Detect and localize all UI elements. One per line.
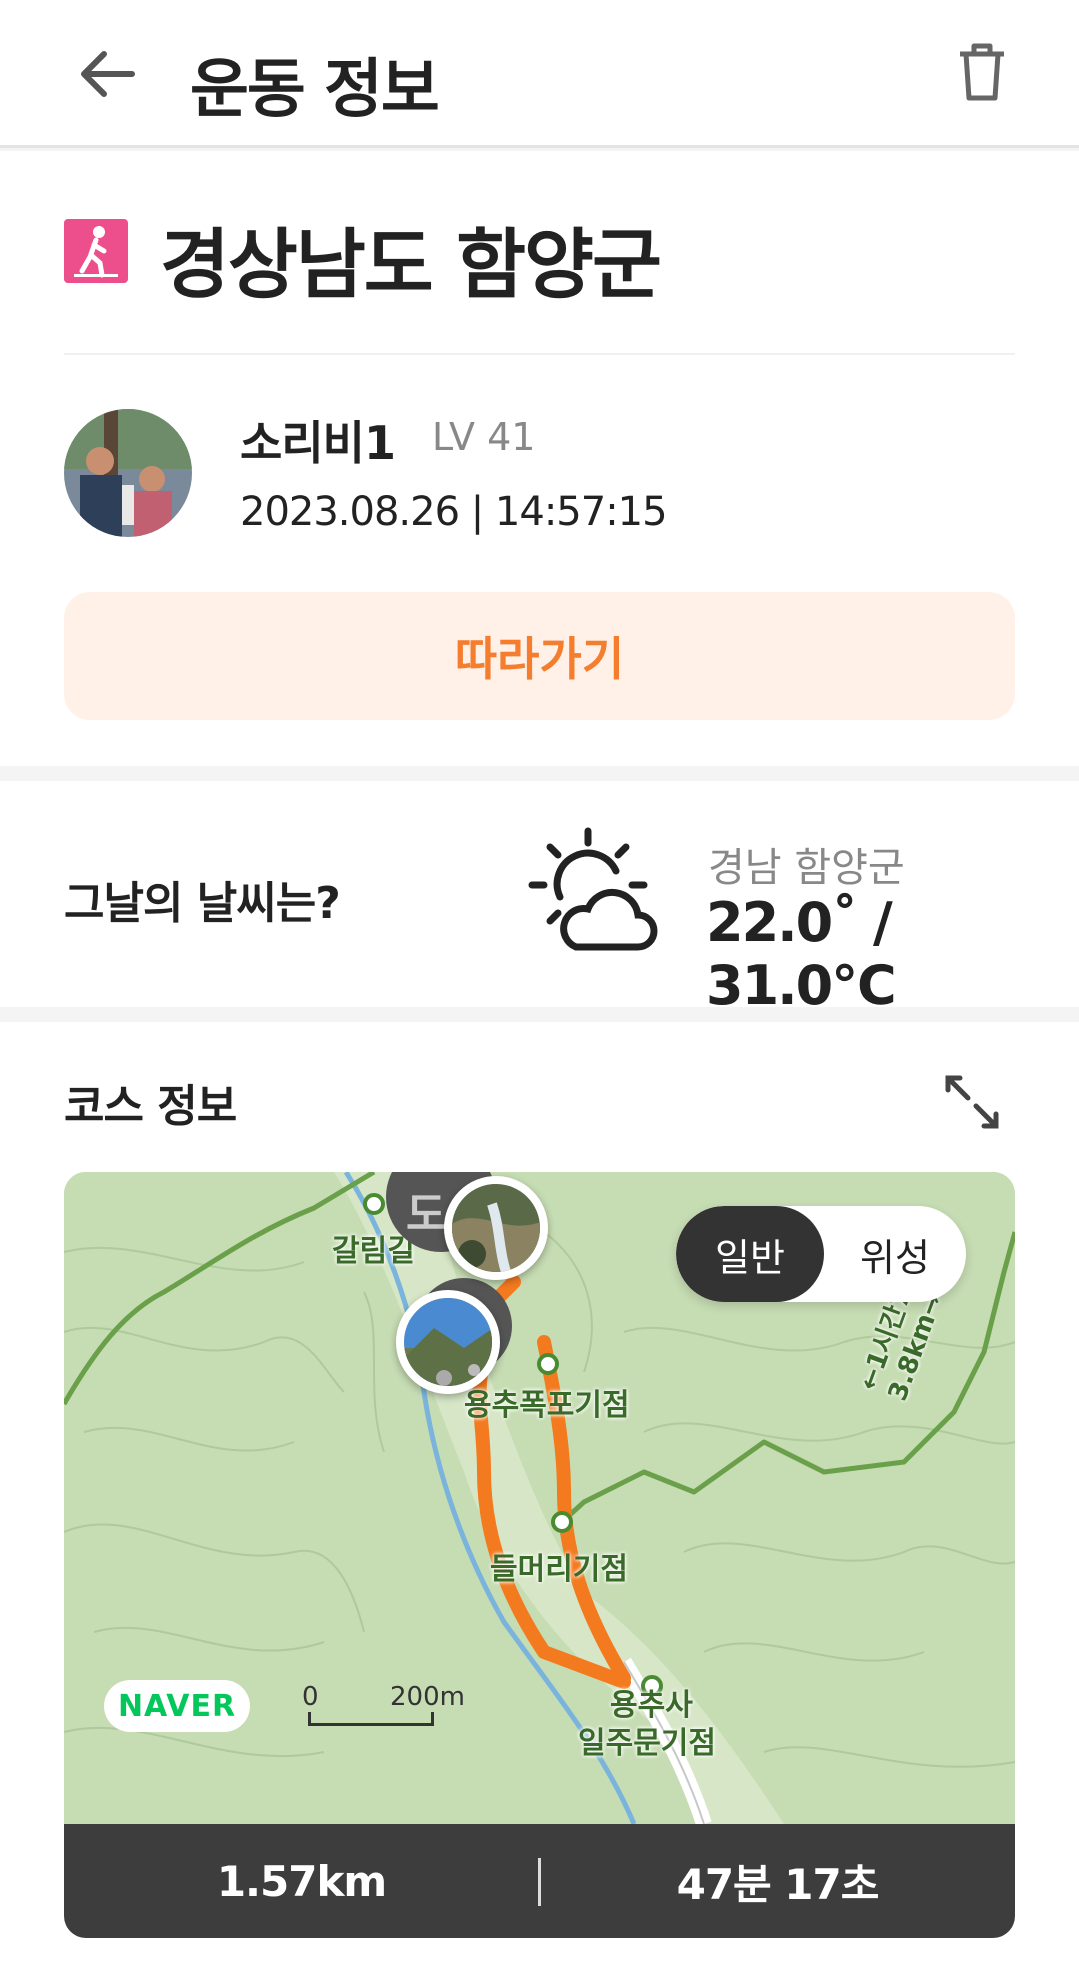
duration-value: 47분 17초 [676, 1859, 880, 1909]
toggle-satellite[interactable]: 위성 [824, 1206, 966, 1302]
back-arrow-icon[interactable] [72, 38, 144, 110]
activity-datetime: 2023.08.26 | 14:57:15 [240, 489, 668, 535]
course-title: 코스 정보 [64, 1081, 237, 1132]
scale-zero-label: 0 [302, 1682, 319, 1712]
weather-question: 그날의 날씨는? [64, 878, 341, 929]
scale-distance-label: 200m [390, 1682, 465, 1712]
course-card: 코스 정보 갈림길 용추폭포기점 들머리기점 용추사 일주문기점 ←1시간7분 … [0, 1022, 1079, 1988]
naver-logo: NAVER [104, 1680, 250, 1732]
map-label-yongchu-fall: 용추폭포기점 [464, 1388, 630, 1423]
photo-marker-waterfall[interactable] [444, 1176, 548, 1280]
marker-label: 도 [406, 1189, 447, 1240]
user-name: 소리비1 [240, 416, 396, 470]
follow-button[interactable]: 따라가기 [64, 592, 1015, 720]
course-map[interactable]: 갈림길 용추폭포기점 들머리기점 용추사 일주문기점 ←1시간7분 3.8km→… [64, 1172, 1015, 1824]
expand-icon[interactable] [940, 1070, 1004, 1134]
trash-icon[interactable] [946, 36, 1018, 108]
photo-marker-hillside[interactable] [396, 1290, 500, 1394]
walking-icon [64, 219, 128, 283]
weather-card: 그날의 날씨는? 경남 함양군 22.0˚ / 31.0℃ [0, 781, 1079, 1017]
map-type-toggle: 일반 위성 [676, 1206, 966, 1302]
map-label-iljumun: 일주문기점 [578, 1726, 716, 1761]
weather-region: 경남 함양군 [708, 845, 905, 891]
page-title: 운동 정보 [190, 53, 440, 127]
divider [64, 353, 1015, 355]
app-header: 운동 정보 [0, 0, 1079, 148]
course-stats: 1.57km 47분 17초 [64, 1824, 1015, 1938]
distance-value: 1.57km [216, 1856, 387, 1906]
weather-temperature: 22.0˚ / 31.0℃ [706, 891, 897, 1017]
user-level: LV 41 [432, 415, 536, 459]
partly-cloudy-icon [526, 825, 662, 961]
avatar[interactable] [64, 409, 192, 537]
toggle-normal[interactable]: 일반 [676, 1206, 824, 1302]
map-label-deulmeori: 들머리기점 [490, 1552, 628, 1587]
activity-card: 경상남도 함양군 소리비1 LV 41 2023.08.26 | 14:57:1… [0, 151, 1079, 766]
scale-bar [308, 1712, 434, 1726]
place-title: 경상남도 함양군 [160, 220, 662, 309]
